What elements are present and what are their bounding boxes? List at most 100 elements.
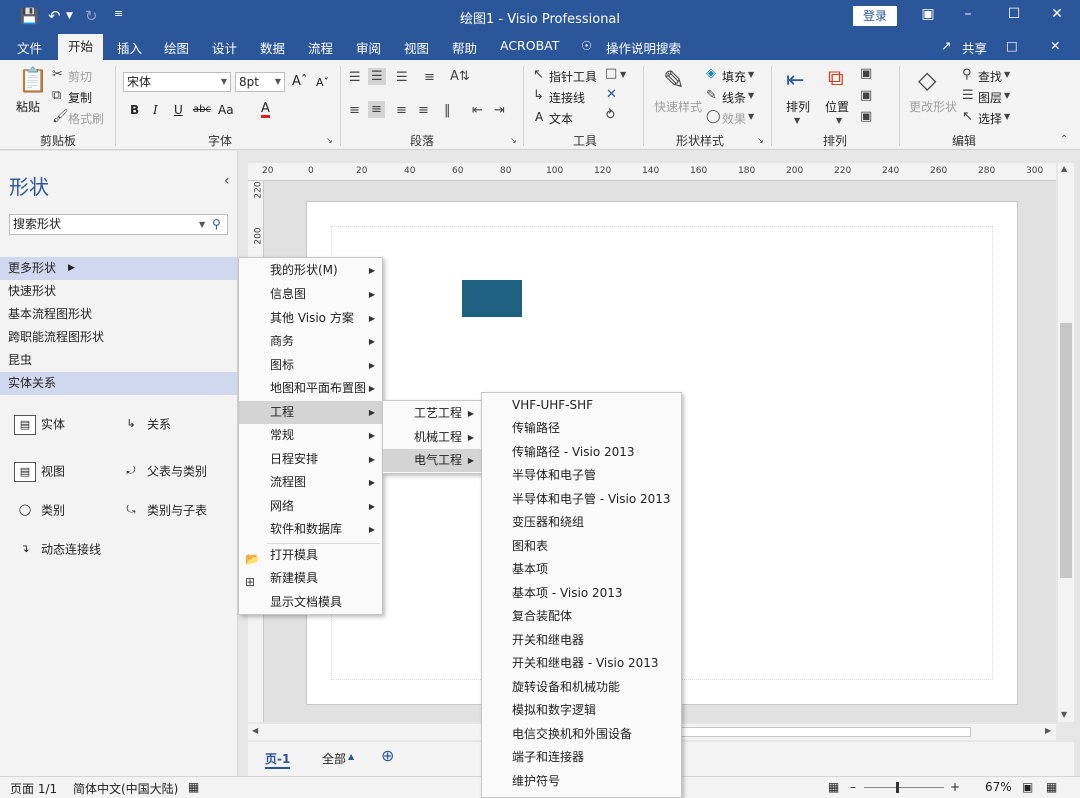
menu-item-stencil[interactable]: 传输路径 - Visio 2013 <box>482 441 681 464</box>
justify-icon[interactable]: ≡ <box>418 103 429 118</box>
connector-button[interactable]: 连接线 <box>549 89 585 106</box>
menu-item-engineering[interactable]: 工程 ▶ <box>239 401 382 424</box>
vertical-scroll-thumb[interactable] <box>1060 323 1072 578</box>
close-icon[interactable]: ✕ <box>1042 6 1072 22</box>
chevron-down-icon[interactable]: ▼ <box>794 116 800 125</box>
zoom-slider-thumb[interactable] <box>896 782 899 793</box>
distribute-icon[interactable]: ‖ <box>444 103 451 118</box>
stencil-item-selected[interactable]: 实体关系 <box>0 372 237 395</box>
menu-item-business[interactable]: 商务 ▶ <box>239 330 382 353</box>
tab-acrobat[interactable]: ACROBAT <box>500 38 559 53</box>
font-size-select[interactable]: 8pt ▼ <box>235 72 285 92</box>
add-page-icon[interactable]: ⊕ <box>381 746 394 765</box>
zoom-slider[interactable] <box>864 787 944 788</box>
chevron-down-icon[interactable]: ▼ <box>199 215 205 234</box>
shape-style-dialog-launcher-icon[interactable]: ↘ <box>757 136 764 145</box>
chevron-down-icon[interactable]: ▼ <box>836 116 842 125</box>
menu-item-stencil[interactable]: 开关和继电器 - Visio 2013 <box>482 652 681 675</box>
chevron-down-icon[interactable]: ▼ <box>1004 91 1010 100</box>
quick-styles-button[interactable]: 快速样式 <box>654 98 702 115</box>
language-indicator[interactable]: 简体中文(中国大陆) <box>73 780 178 797</box>
bullets-icon[interactable]: ≡ <box>424 70 435 85</box>
rectangle-shape[interactable] <box>462 280 522 317</box>
tab-home[interactable]: 开始 <box>58 34 103 60</box>
paste-button[interactable]: 粘贴 <box>16 98 40 115</box>
menu-item-stencil[interactable]: 图和表 <box>482 535 681 558</box>
align-top-icon[interactable]: ☰ <box>349 70 361 85</box>
ribbon-close-icon[interactable]: ✕ <box>1050 38 1060 53</box>
align-bottom-icon[interactable]: ☰ <box>396 70 408 85</box>
chevron-down-icon[interactable]: ▼ <box>620 70 626 79</box>
share-button[interactable]: 共享 <box>962 38 987 57</box>
tab-insert[interactable]: 插入 <box>117 38 142 57</box>
menu-item-icons[interactable]: 图标 ▶ <box>239 354 382 377</box>
tab-help[interactable]: 帮助 <box>452 38 477 57</box>
chevron-down-icon[interactable]: ▼ <box>1004 112 1010 121</box>
text-direction-icon[interactable]: A⇅ <box>450 69 470 84</box>
more-shapes-item[interactable]: 更多形状 ▶ <box>0 257 237 280</box>
tab-file[interactable]: 文件 <box>17 38 42 57</box>
fit-window-icon[interactable]: ▣ <box>1022 780 1033 794</box>
text-block-icon[interactable]: ⥁ <box>606 108 615 123</box>
layers-button[interactable]: 图层 <box>978 89 1002 106</box>
tell-me-search[interactable]: 操作说明搜索 <box>606 38 681 57</box>
grow-font-icon[interactable]: Aˆ <box>292 74 307 89</box>
chevron-up-icon[interactable]: ▲ <box>348 752 354 761</box>
align-button[interactable]: 排列 <box>786 98 810 115</box>
connection-point-icon[interactable]: ✕ <box>606 87 617 102</box>
menu-item-stencil[interactable]: 电信交换机和外围设备 <box>482 723 681 746</box>
menu-item-show-document-stencil[interactable]: 显示文档模具 <box>239 591 382 614</box>
menu-item-stencil[interactable]: 开关和继电器 <box>482 629 681 652</box>
zoom-in-icon[interactable]: + <box>950 780 960 794</box>
line-button[interactable]: 线条 <box>722 89 746 106</box>
scroll-down-icon[interactable]: ▼ <box>1061 710 1067 719</box>
fill-button[interactable]: 填充 <box>722 68 746 85</box>
menu-item-stencil[interactable]: 半导体和电子管 <box>482 464 681 487</box>
italic-button[interactable]: I <box>153 103 158 117</box>
menu-item-stencil[interactable]: 基本项 <box>482 558 681 581</box>
increase-indent-icon[interactable]: ⇥ <box>494 103 505 118</box>
change-shape-button[interactable]: 更改形状 <box>909 98 957 115</box>
comments-icon[interactable]: □ <box>1006 38 1018 53</box>
fit-page-icon[interactable]: ▦ <box>828 780 839 794</box>
zoom-out-icon[interactable]: – <box>850 780 856 794</box>
cut-button[interactable]: 剪切 <box>68 68 92 85</box>
text-tool-button[interactable]: 文本 <box>549 110 573 127</box>
page-indicator[interactable]: 页面 1/1 <box>10 780 57 797</box>
stencil-item[interactable]: 跨职能流程图形状 <box>0 326 237 349</box>
font-color-button[interactable]: A <box>261 102 270 118</box>
align-left-icon[interactable]: ≡ <box>349 103 360 118</box>
tab-draw[interactable]: 绘图 <box>164 38 189 57</box>
underline-button[interactable]: U <box>174 103 183 117</box>
chevron-down-icon[interactable]: ▼ <box>748 112 754 121</box>
rectangle-tool-icon[interactable]: □ <box>605 66 617 81</box>
search-icon[interactable]: ⚲ <box>212 215 221 234</box>
all-pages-button[interactable]: 全部 <box>322 750 346 767</box>
menu-item-electrical-engineering[interactable]: 电气工程 ▶ <box>383 449 481 472</box>
menu-item-other-visio[interactable]: 其他 Visio 方案 ▶ <box>239 307 382 330</box>
menu-item-flowchart[interactable]: 流程图 ▶ <box>239 471 382 494</box>
menu-item-general[interactable]: 常规 ▶ <box>239 424 382 447</box>
shape-dynamic-connector[interactable]: ↴ 动态连接线 <box>14 540 101 560</box>
tab-review[interactable]: 审阅 <box>356 38 381 57</box>
format-painter-button[interactable]: 格式刷 <box>68 110 104 127</box>
menu-item-stencil[interactable]: 复合装配体 <box>482 605 681 628</box>
copy-button[interactable]: 复制 <box>68 89 92 106</box>
scroll-right-icon[interactable]: ▶ <box>1045 726 1051 735</box>
menu-item-stencil[interactable]: 旋转设备和机械功能 <box>482 676 681 699</box>
shape-view[interactable]: ▤ 视图 <box>14 462 65 482</box>
minimize-icon[interactable]: – <box>953 6 983 22</box>
effects-button[interactable]: 效果 <box>722 110 746 127</box>
menu-item-stencil[interactable]: VHF-UHF-SHF <box>482 394 681 417</box>
page-tab-1[interactable]: 页-1 <box>265 750 291 769</box>
menu-item-stencil[interactable]: 模拟和数字逻辑 <box>482 699 681 722</box>
align-middle-icon[interactable]: ☰ <box>368 68 386 85</box>
scroll-up-icon[interactable]: ▲ <box>1061 164 1067 173</box>
bring-forward-icon[interactable]: ▣ <box>860 88 872 103</box>
stencil-item[interactable]: 快速形状 <box>0 280 237 303</box>
shape-entity[interactable]: ▤ 实体 <box>14 415 65 435</box>
find-button[interactable]: 查找 <box>978 68 1002 85</box>
horizontal-scroll-thumb[interactable] <box>681 727 971 737</box>
decrease-indent-icon[interactable]: ⇤ <box>472 103 483 118</box>
shape-category-to-child[interactable]: ⤿ 类别与子表 <box>120 501 207 521</box>
